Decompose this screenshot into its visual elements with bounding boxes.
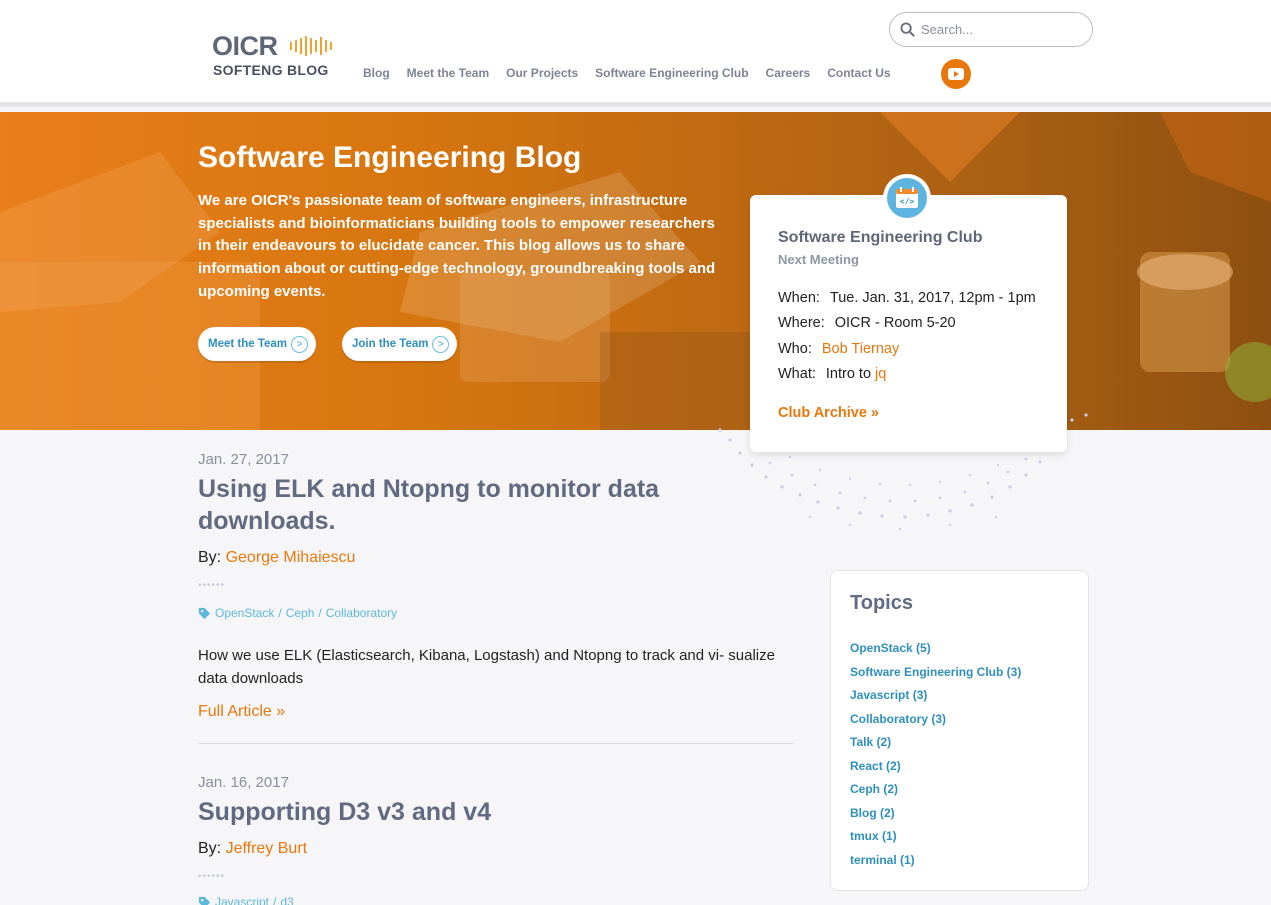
- svg-text:</>: </>: [900, 197, 915, 206]
- nav-contact-us[interactable]: Contact Us: [827, 66, 890, 80]
- post-tags: OpenStack / Ceph / Collaboratory: [198, 606, 397, 620]
- club-who-label: Who:: [778, 341, 812, 357]
- site-logo[interactable]: OICR SOFTENG BLOG: [212, 33, 342, 83]
- search-icon: [900, 22, 915, 37]
- post-date: Jan. 27, 2017: [198, 451, 289, 468]
- join-the-team-label: Join the Team: [352, 338, 429, 350]
- post-separator-dots: ••••••: [198, 580, 226, 591]
- tag-icon: [198, 896, 211, 905]
- tag-link[interactable]: d3: [280, 895, 293, 905]
- post-by-label: By:: [198, 840, 222, 857]
- post-by-label: By:: [198, 549, 222, 566]
- nav-blog[interactable]: Blog: [363, 66, 390, 80]
- meet-the-team-button[interactable]: Meet the Team >: [198, 327, 317, 361]
- youtube-icon: [948, 68, 964, 80]
- club-what-link[interactable]: jq: [875, 366, 886, 382]
- tag-separator: /: [273, 895, 277, 905]
- main-nav: Blog Meet the Team Our Projects Software…: [363, 63, 908, 83]
- topic-link[interactable]: Ceph (2): [850, 782, 898, 796]
- tag-separator: /: [278, 606, 282, 620]
- club-archive-link[interactable]: Club Archive »: [778, 405, 879, 421]
- club-when: When: Tue. Jan. 31, 2017, 12pm - 1pm: [778, 290, 1036, 306]
- tag-link[interactable]: Ceph: [286, 606, 315, 620]
- post-date: Jan. 16, 2017: [198, 774, 289, 791]
- club-who: Who: Bob Tiernay: [778, 341, 899, 357]
- topic-link[interactable]: terminal (1): [850, 853, 915, 867]
- club-where-value: OICR - Room 5-20: [834, 315, 956, 331]
- club-what-label: What:: [778, 366, 816, 382]
- post-title[interactable]: Supporting D3 v3 and v4: [198, 796, 738, 828]
- topic-link[interactable]: tmux (1): [850, 829, 897, 843]
- nav-meet-the-team[interactable]: Meet the Team: [407, 66, 489, 80]
- nav-careers[interactable]: Careers: [766, 66, 811, 80]
- club-what: What: Intro to jq: [778, 366, 886, 382]
- logo-subtitle: SOFTENG BLOG: [213, 62, 329, 78]
- full-article-link[interactable]: Full Article »: [198, 703, 285, 721]
- tag-link[interactable]: Collaboratory: [326, 606, 397, 620]
- club-what-value: Intro to: [825, 366, 872, 382]
- post-author-link[interactable]: Jeffrey Burt: [226, 840, 308, 857]
- topic-link[interactable]: Javascript (3): [850, 688, 927, 702]
- post-excerpt: How we use ELK (Elasticsearch, Kibana, L…: [198, 647, 775, 687]
- post-tags: Javascript / d3: [198, 895, 294, 905]
- club-next-meeting: Next Meeting: [778, 252, 859, 267]
- logo-oicr-text: OICR: [212, 31, 278, 61]
- tag-link[interactable]: OpenStack: [215, 606, 274, 620]
- topic-link[interactable]: React (2): [850, 759, 901, 773]
- topic-link[interactable]: Software Engineering Club (3): [850, 665, 1021, 679]
- hero-title: Software Engineering Blog: [198, 141, 582, 174]
- post-divider: [198, 743, 794, 744]
- search-box[interactable]: [889, 12, 1093, 47]
- club-when-label: When:: [778, 290, 820, 306]
- nav-our-projects[interactable]: Our Projects: [506, 66, 578, 80]
- club-badge: </>: [883, 174, 931, 222]
- club-when-value: Tue. Jan. 31, 2017, 12pm - 1pm: [829, 290, 1036, 306]
- join-the-team-button[interactable]: Join the Team >: [342, 327, 458, 361]
- post-title[interactable]: Using ELK and Ntopng to monitor data dow…: [198, 473, 738, 537]
- club-where: Where: OICR - Room 5-20: [778, 315, 956, 331]
- tag-icon: [198, 607, 211, 619]
- logo-dots-icon: [290, 36, 332, 56]
- post-byline: By: Jeffrey Burt: [198, 840, 307, 858]
- meet-the-team-label: Meet the Team: [208, 338, 288, 350]
- arrow-right-icon: >: [432, 335, 450, 353]
- tag-separator: /: [318, 606, 322, 620]
- code-calendar-icon: </>: [887, 178, 927, 218]
- post-author-link[interactable]: George Mihaiescu: [226, 549, 356, 566]
- arrow-right-icon: >: [291, 335, 309, 353]
- tag-link[interactable]: Javascript: [215, 895, 269, 905]
- topic-link[interactable]: Collaboratory (3): [850, 712, 946, 726]
- club-who-link[interactable]: Bob Tiernay: [822, 341, 899, 357]
- club-where-label: Where:: [778, 315, 825, 331]
- topic-link[interactable]: Blog (2): [850, 806, 895, 820]
- topic-link[interactable]: OpenStack (5): [850, 641, 931, 655]
- site-header: OICR SOFTENG BLOG Blog Meet the Team Our…: [0, 0, 1271, 107]
- hero-description: We are OICR's passionate team of softwar…: [198, 192, 716, 300]
- topics-title: Topics: [850, 592, 913, 614]
- nav-software-engineering-club[interactable]: Software Engineering Club: [595, 66, 748, 80]
- search-input[interactable]: [921, 22, 1081, 37]
- youtube-button[interactable]: [941, 59, 971, 89]
- club-title: Software Engineering Club: [778, 229, 983, 246]
- post-byline: By: George Mihaiescu: [198, 549, 355, 567]
- post-separator-dots: ••••••: [198, 871, 226, 882]
- topic-link[interactable]: Talk (2): [850, 735, 891, 749]
